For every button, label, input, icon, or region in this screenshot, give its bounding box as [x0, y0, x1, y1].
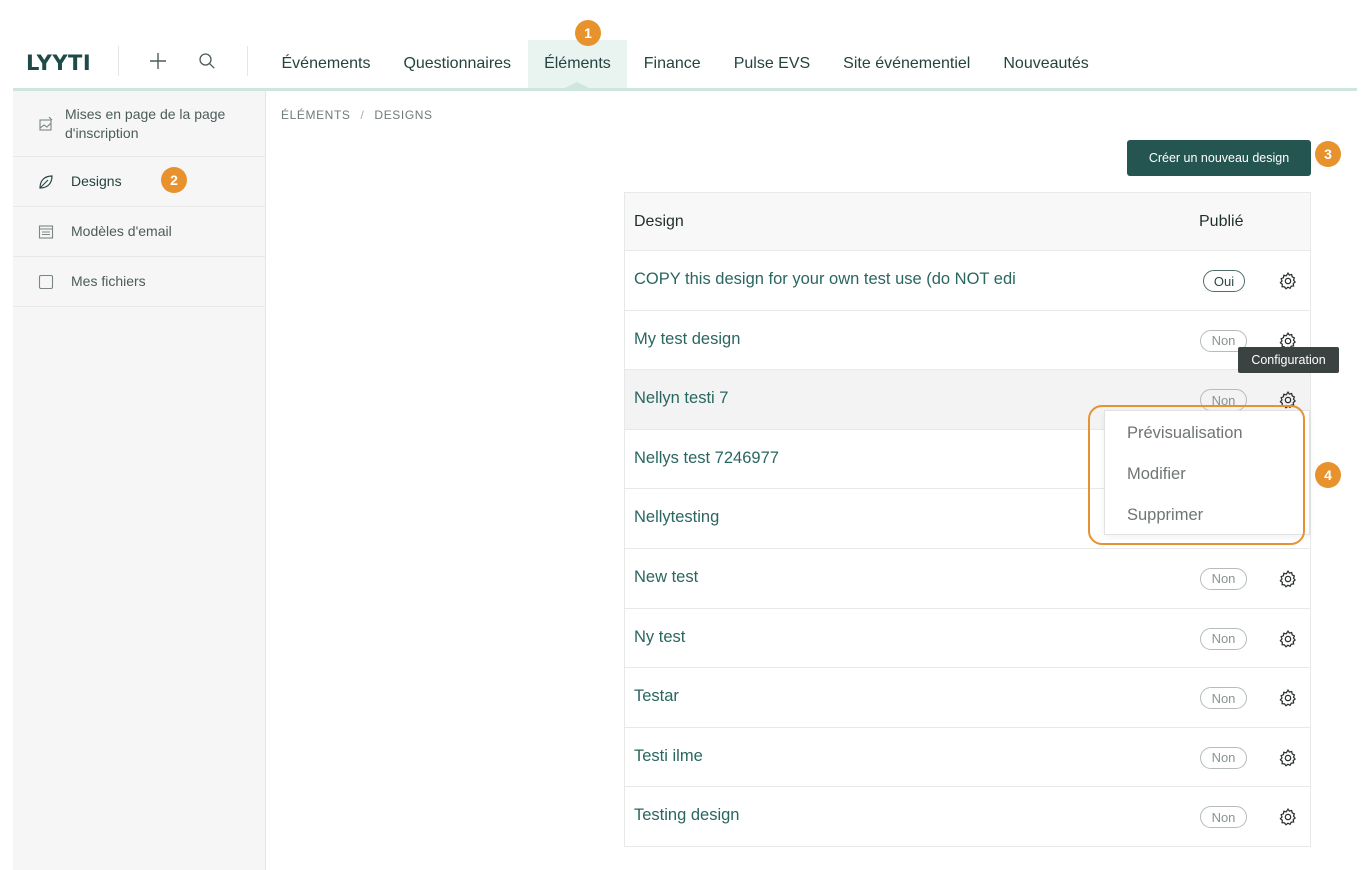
design-name-link[interactable]: Testar	[634, 687, 679, 706]
top-navigation-bar: LYYTI Événements Questionnaires Éléments…	[13, 0, 1357, 92]
annotation-marker-4: 4	[1315, 462, 1341, 488]
published-badge: Oui	[1203, 270, 1245, 292]
table-row: Testar Non	[625, 668, 1310, 728]
template-icon	[37, 223, 55, 241]
divider	[118, 46, 119, 76]
breadcrumb-root[interactable]: ÉLÉMENTS	[281, 108, 350, 122]
gear-icon[interactable]	[1278, 569, 1298, 589]
column-header-published[interactable]: Publié	[1199, 213, 1243, 231]
annotation-marker-1: 1	[575, 20, 601, 46]
table-row: Testi ilme Non	[625, 728, 1310, 788]
published-badge: Non	[1200, 687, 1247, 710]
table-row: COPY this design for your own test use (…	[625, 251, 1310, 311]
table-row: Ny test Non	[625, 609, 1310, 669]
menu-item-edit[interactable]: Modifier	[1127, 465, 1186, 484]
tab-finance[interactable]: Finance	[627, 40, 717, 88]
design-name-link[interactable]: Nellyn testi 7	[634, 389, 728, 408]
search-icon[interactable]	[194, 48, 220, 74]
design-name-link[interactable]: Testi ilme	[634, 747, 703, 766]
create-design-button[interactable]: Créer un nouveau design	[1127, 140, 1311, 176]
tab-site-evenementiel[interactable]: Site événementiel	[827, 40, 987, 88]
tab-pulse-evs[interactable]: Pulse EVS	[717, 40, 826, 88]
column-header-design[interactable]: Design	[634, 213, 684, 231]
annotation-marker-2: 2	[161, 167, 187, 193]
breadcrumb-current: DESIGNS	[374, 108, 433, 122]
breadcrumb: ÉLÉMENTS / DESIGNS	[281, 108, 433, 122]
design-name-link[interactable]: Nellys test 7246977	[634, 449, 779, 468]
table-row: New test Non	[625, 549, 1310, 609]
table-row: Testing design Non	[625, 787, 1310, 847]
annotation-marker-3: 3	[1315, 141, 1341, 167]
file-icon	[37, 273, 55, 291]
lyyti-logo[interactable]: LYYTI	[26, 51, 91, 75]
tab-questionnaires[interactable]: Questionnaires	[387, 40, 528, 88]
published-badge: Non	[1200, 567, 1247, 590]
leaf-icon	[37, 173, 55, 191]
published-badge: Non	[1200, 389, 1247, 412]
sidebar-item-email-templates[interactable]: Modèles d'email	[13, 207, 265, 257]
gear-icon[interactable]	[1278, 688, 1298, 708]
table-row: My test design Non	[625, 311, 1310, 371]
gear-icon[interactable]	[1278, 390, 1298, 410]
configuration-tooltip: Configuration	[1238, 347, 1339, 373]
tab-elements[interactable]: Éléments	[527, 40, 628, 88]
published-badge: Non	[1200, 627, 1247, 650]
plus-icon[interactable]	[145, 48, 171, 74]
design-name-link[interactable]: Ny test	[634, 628, 685, 647]
sidebar-item-label: Mes fichiers	[71, 273, 146, 289]
published-badge: Non	[1200, 806, 1247, 829]
app-window: LYYTI Événements Questionnaires Éléments…	[13, 0, 1357, 870]
sidebar-item-label: Mises en page de la page d'inscription	[65, 105, 226, 141]
published-badge: Non	[1200, 746, 1247, 769]
gear-icon[interactable]	[1278, 629, 1298, 649]
main-nav: Événements Questionnaires Éléments Finan…	[265, 40, 1105, 88]
table-header: Design Publié	[625, 193, 1310, 251]
sidebar-item-label: Modèles d'email	[71, 223, 172, 239]
divider	[247, 46, 248, 76]
sidebar-item-layouts[interactable]: Mises en page de la page d'inscription	[13, 91, 265, 157]
design-name-link[interactable]: Nellytesting	[634, 508, 719, 527]
palette-icon	[37, 115, 55, 133]
design-name-link[interactable]: Testing design	[634, 806, 740, 825]
gear-icon[interactable]	[1278, 807, 1298, 827]
menu-item-delete[interactable]: Supprimer	[1127, 506, 1203, 525]
tab-evenements[interactable]: Événements	[265, 40, 387, 88]
breadcrumb-separator: /	[360, 108, 365, 122]
sidebar-item-my-files[interactable]: Mes fichiers	[13, 257, 265, 307]
sidebar: Mises en page de la page d'inscription D…	[13, 91, 266, 870]
tab-nouveautes[interactable]: Nouveautés	[987, 40, 1105, 88]
configuration-dropdown: Prévisualisation Modifier Supprimer	[1104, 410, 1310, 535]
design-name-link[interactable]: My test design	[634, 330, 740, 349]
gear-icon[interactable]	[1278, 748, 1298, 768]
sidebar-item-designs[interactable]: Designs	[13, 157, 265, 207]
gear-icon[interactable]	[1278, 271, 1298, 291]
menu-item-preview[interactable]: Prévisualisation	[1127, 424, 1243, 443]
design-name-link[interactable]: New test	[634, 568, 698, 587]
design-name-link[interactable]: COPY this design for your own test use (…	[634, 270, 1016, 289]
sidebar-item-label: Designs	[71, 173, 122, 189]
